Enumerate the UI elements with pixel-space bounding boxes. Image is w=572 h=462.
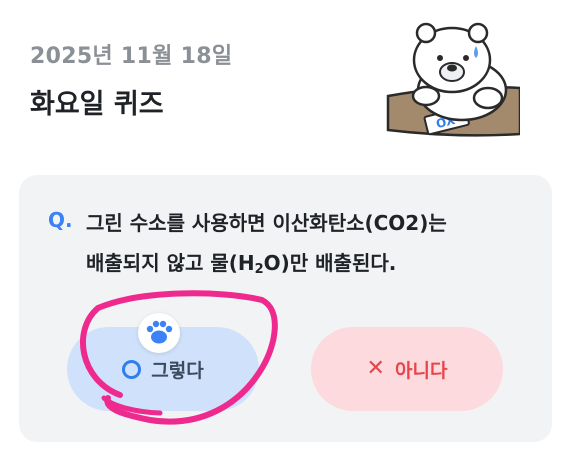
answer-yes-label: 그렇다: [151, 359, 204, 382]
o-circle-icon: [122, 359, 142, 379]
paw-icon: [146, 320, 173, 344]
page-title: 화요일 퀴즈: [30, 89, 164, 120]
paw-badge: [138, 313, 180, 353]
subscript-2: 2: [254, 262, 264, 277]
question-mark-label: Q.: [48, 208, 73, 232]
quiz-date: 2025년 11월 18일: [30, 44, 233, 69]
question-text: 그린 수소를 사용하면 이산화탄소(CO2)는 배출되지 않고 물(H2O)만 …: [86, 203, 526, 290]
answer-no-label: 아니다: [394, 359, 448, 382]
answer-no-button[interactable]: ✕ 아니다: [311, 327, 503, 411]
question-line-2-prefix: 배출되지 않고 물(H: [86, 251, 255, 275]
polar-bear-mascot-illustration: OX: [386, 22, 520, 137]
question-line-2-suffix: O)만 배출된다.: [263, 251, 397, 275]
x-icon: ✕: [366, 356, 385, 381]
question-line-1: 그린 수소를 사용하면 이산화탄소(CO2)는: [86, 211, 447, 235]
question-line-2: 배출되지 않고 물(H2O)만 배출된다.: [86, 243, 526, 290]
